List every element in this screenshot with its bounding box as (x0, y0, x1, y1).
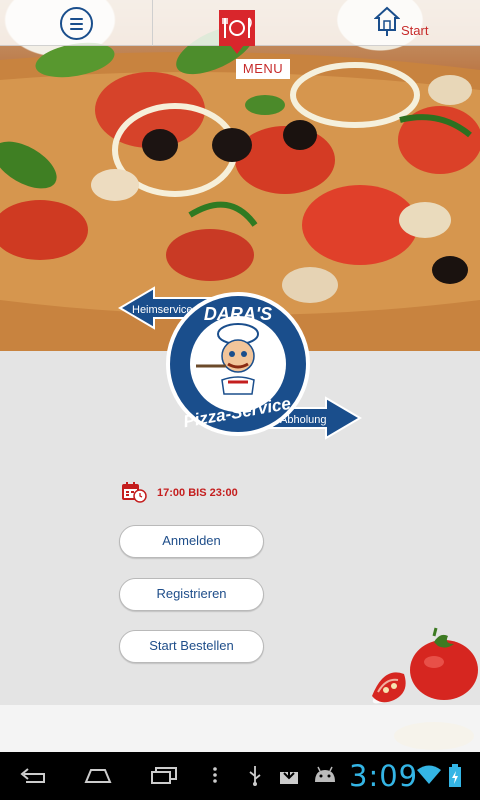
login-button[interactable]: Anmelden (119, 525, 264, 558)
home-button-icon[interactable] (82, 764, 114, 786)
daras-pizza-service-logo: Heimservice Abholung DARA'S Pizza-Servic… (118, 284, 362, 444)
calendar-clock-icon (122, 482, 147, 503)
download-icon (280, 766, 298, 784)
start-order-button[interactable]: Start Bestellen (119, 630, 264, 663)
overflow-menu-icon[interactable] (210, 764, 220, 786)
back-icon[interactable] (18, 764, 48, 786)
start-button[interactable]: Start (374, 6, 444, 42)
logo-brand-top: DARA'S (204, 304, 272, 324)
restaurant-logo-icon[interactable] (219, 10, 255, 46)
menu-logo-pointer (230, 45, 244, 54)
wifi-icon (417, 765, 441, 784)
menu-label[interactable]: MENU (236, 59, 290, 79)
system-navigation-bar: 3:09 (0, 752, 480, 800)
battery-icon (449, 764, 461, 787)
hamburger-menu-icon[interactable] (60, 7, 93, 40)
logo-arrow-left-text: Heimservice (132, 304, 193, 316)
tomato-decoration (364, 626, 480, 752)
logo-arrow-right-text: Abholung (280, 414, 327, 426)
usb-icon (249, 766, 261, 786)
android-icon (315, 766, 335, 782)
recent-apps-icon[interactable] (148, 764, 180, 786)
app-root: Start MENU Heimservice Abholung DARA'S P… (0, 0, 480, 800)
register-button[interactable]: Registrieren (119, 578, 264, 611)
home-icon (374, 6, 400, 36)
start-label: Start (401, 23, 429, 38)
opening-hours-text: 17:00 BIS 23:00 (157, 487, 238, 499)
top-bar-divider (152, 0, 153, 46)
system-clock: 3:09 (349, 759, 419, 793)
